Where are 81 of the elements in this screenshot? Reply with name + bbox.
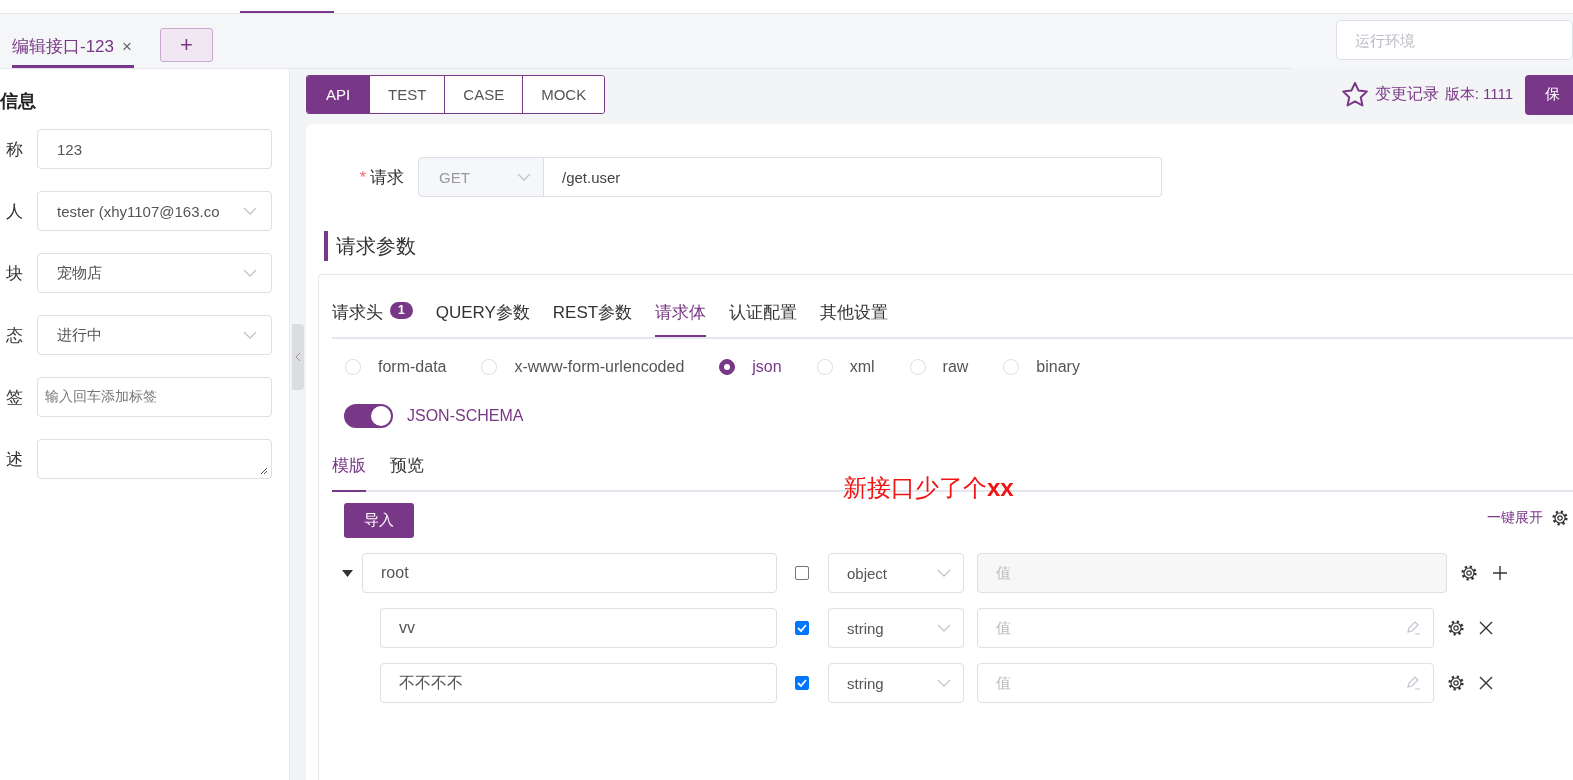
settings-icon[interactable]: [1447, 674, 1465, 692]
chevron-down-icon: [243, 207, 257, 215]
close-tab-button[interactable]: ×: [122, 36, 132, 57]
textarea-field[interactable]: [37, 439, 272, 479]
version-label: 版本: 1111: [1444, 85, 1513, 104]
mode-tab[interactable]: TEST: [369, 76, 445, 113]
radio-label: form-data: [378, 358, 447, 376]
settings-icon[interactable]: [1460, 564, 1478, 582]
toggle-switch[interactable]: [344, 404, 393, 428]
radio-option[interactable]: binary: [1003, 358, 1080, 376]
param-tab[interactable]: 请求体: [655, 297, 707, 337]
type-select[interactable]: object: [828, 553, 964, 593]
field-name-input[interactable]: root: [362, 553, 777, 593]
radio-option[interactable]: raw: [909, 358, 969, 376]
expand-all-link[interactable]: 一键展开: [1487, 509, 1543, 527]
required-checkbox[interactable]: [795, 566, 809, 580]
type-select[interactable]: string: [828, 663, 964, 703]
mode-tab[interactable]: CASE: [444, 76, 523, 113]
editor-mode-tab[interactable]: 预览: [390, 454, 424, 490]
close-icon[interactable]: [1479, 676, 1493, 690]
select-field[interactable]: 宠物店: [37, 253, 272, 293]
field-name-input[interactable]: vv: [380, 608, 777, 648]
radio-label: xml: [849, 358, 875, 376]
star-icon[interactable]: [1340, 81, 1369, 108]
radio-button[interactable]: [719, 359, 736, 375]
field-name-input[interactable]: 不不不不: [380, 663, 777, 703]
request-label-text: 请求: [370, 167, 404, 187]
required-mark: *: [359, 167, 366, 187]
radio-option[interactable]: form-data: [345, 358, 447, 376]
mode-tab[interactable]: MOCK: [522, 76, 605, 113]
required-checkbox[interactable]: [795, 676, 809, 690]
save-button[interactable]: 保: [1525, 74, 1573, 115]
annotation-text: 新接口少了个xx: [843, 473, 1014, 503]
field-label: 人: [5, 200, 23, 223]
settings-icon[interactable]: [1551, 509, 1569, 527]
resize-grip-icon[interactable]: [260, 467, 268, 475]
param-tab[interactable]: QUERY参数: [435, 297, 530, 335]
chevron-down-icon: [937, 569, 951, 577]
chevron-down-icon: [243, 269, 257, 277]
required-checkbox[interactable]: [795, 621, 809, 635]
plus-icon[interactable]: [1492, 565, 1508, 581]
type-select[interactable]: string: [828, 608, 964, 648]
text-field[interactable]: 123: [37, 129, 272, 169]
field-label: 块: [5, 262, 23, 285]
url-input[interactable]: /get.user: [544, 157, 1162, 197]
radio-label: json: [752, 358, 782, 376]
panel-title: 信息: [0, 90, 37, 113]
chevron-down-icon: [937, 679, 951, 687]
field-label: 态: [5, 324, 23, 347]
environment-field[interactable]: 运行环境: [1335, 20, 1573, 60]
caret-icon[interactable]: [341, 569, 353, 577]
radio-label: raw: [942, 358, 969, 376]
import-button[interactable]: 导入: [344, 502, 414, 538]
collapse-handle[interactable]: [292, 324, 304, 390]
select-field[interactable]: 进行中: [37, 315, 272, 355]
radio-label: x-www-form-urlencoded: [514, 358, 685, 376]
radio-label: binary: [1036, 358, 1080, 376]
radio-option[interactable]: json: [719, 358, 782, 376]
param-tab[interactable]: 其他设置: [820, 297, 889, 335]
add-tab-button[interactable]: +: [159, 28, 213, 62]
field-label: 签: [5, 386, 23, 409]
history-link[interactable]: 变更记录: [1374, 84, 1439, 105]
settings-icon[interactable]: [1447, 619, 1465, 637]
editor-mode-tab[interactable]: 模版: [332, 454, 366, 492]
field-label: 述: [5, 448, 23, 471]
param-tab[interactable]: 认证配置: [729, 297, 798, 335]
close-icon[interactable]: [1479, 621, 1493, 635]
chevron-down-icon: [243, 331, 257, 339]
count-badge: 1: [390, 302, 413, 319]
field-label: 称: [5, 138, 23, 161]
param-tab[interactable]: 请求头 1: [332, 297, 413, 335]
radio-option[interactable]: xml: [816, 358, 875, 376]
param-tab[interactable]: REST参数: [552, 297, 633, 335]
chevron-down-icon: [937, 624, 951, 632]
switch-label: JSON-SCHEMA: [407, 407, 524, 425]
section-title: 请求参数: [324, 231, 1573, 261]
radio-option[interactable]: x-www-form-urlencoded: [481, 358, 685, 376]
text-field[interactable]: 输入回车添加标签: [37, 377, 272, 417]
mode-tab[interactable]: API: [307, 76, 369, 113]
chevron-down-icon: [517, 173, 531, 181]
select-field[interactable]: tester (xhy1107@163.co: [37, 191, 272, 231]
